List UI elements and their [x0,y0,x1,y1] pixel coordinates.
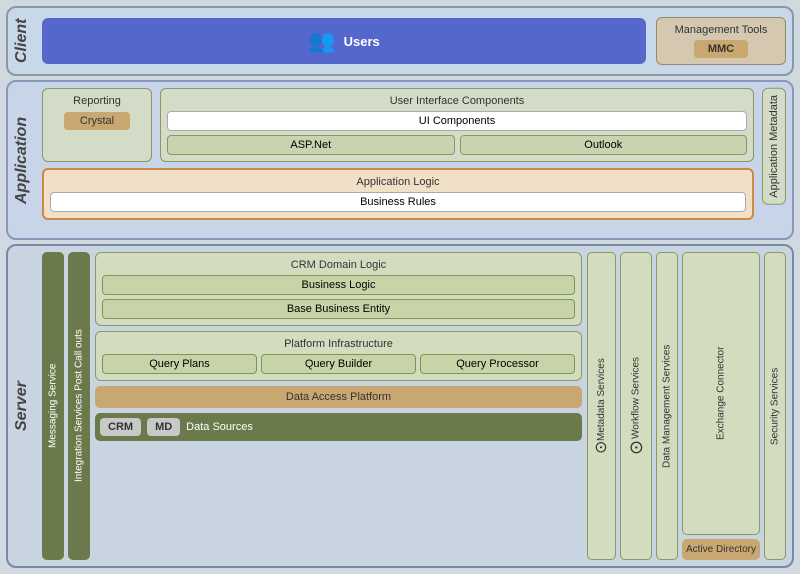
platform-label: Platform Infrastructure [102,338,575,350]
server-content: Messaging Service Integration Services P… [36,246,792,566]
app-logic-label: Application Logic [50,176,746,188]
application-label: Application [8,82,36,238]
management-tools-label: Management Tools [675,24,768,36]
messaging-service-box: Messaging Service [42,252,64,560]
business-logic-box: Business Logic [102,275,575,295]
data-access-box: Data Access Platform [95,386,582,408]
asp-net-box: ASP.Net [167,135,455,155]
ui-comp-row: UI Components [167,111,747,131]
users-box: 👥 Users [42,18,646,64]
application-content: Reporting Crystal User Interface Compone… [36,82,792,238]
data-sources-label: Data Sources [186,421,253,433]
main-container: Client 👥 Users Management Tools MMC Appl… [0,0,800,574]
ui-components-box: User Interface Components UI Components … [160,88,754,162]
app-top-row: Reporting Crystal User Interface Compone… [42,88,754,162]
ui-comp-sub-row: ASP.Net Outlook [167,135,747,155]
workflow-services-box: ⊙ Workflow Services [620,252,652,560]
mmc-box: MMC [694,40,748,58]
active-directory-label: Active Directory [686,544,756,555]
reporting-box: Reporting Crystal [42,88,152,162]
reporting-label: Reporting [73,95,121,107]
crm-badge: CRM [100,418,141,436]
metadata-services-box: ⊙ Metadata Services [587,252,616,560]
client-label: Client [8,8,36,74]
server-right-cols: ⊙ Metadata Services ⊙ Workflow Services … [587,252,786,560]
platform-box: Platform Infrastructure Query Plans Quer… [95,331,582,381]
workflow-services-label: Workflow Services [630,357,641,439]
business-rules-box: Business Rules [50,192,746,212]
data-sources-box: CRM MD Data Sources [95,413,582,441]
management-tools-box: Management Tools MMC [656,17,786,65]
app-main: Reporting Crystal User Interface Compone… [42,88,754,220]
ui-components-label: User Interface Components [167,95,747,107]
platform-inner-row: Query Plans Query Builder Query Processo… [102,354,575,374]
md-badge: MD [147,418,180,436]
outlook-box: Outlook [460,135,748,155]
app-logic-box: Application Logic Business Rules [42,168,754,220]
server-layer: Server Messaging Service Integration Ser… [6,244,794,568]
data-management-box: Data Management Services [656,252,678,560]
crm-domain-label: CRM Domain Logic [102,259,575,271]
application-layer: Application Reporting Crystal User Inter… [6,80,794,240]
query-builder-box: Query Builder [261,354,416,374]
server-main: CRM Domain Logic Business Logic Base Bus… [95,252,582,560]
client-layer: Client 👥 Users Management Tools MMC [6,6,794,76]
server-left-cols: Messaging Service Integration Services P… [42,252,90,560]
crm-domain-box: CRM Domain Logic Business Logic Base Bus… [95,252,582,326]
app-metadata-side: Application Metadata [762,88,786,205]
exchange-connector-box: Exchange Connector [682,252,760,535]
integration-services-box: Integration Services Post Call outs [68,252,90,560]
crystal-box: Crystal [64,112,130,130]
users-label: Users [344,34,380,49]
users-icon: 👥 [308,28,335,54]
client-content: 👥 Users Management Tools MMC [36,8,792,74]
query-processor-box: Query Processor [420,354,575,374]
active-directory-box: Active Directory [682,539,760,560]
base-business-entity-box: Base Business Entity [102,299,575,319]
workflow-icon: ⊙ [625,439,647,454]
server-label: Server [8,246,36,566]
security-services-box: Security Services [764,252,786,560]
metadata-icon: ⊙ [592,441,611,454]
right-side-group: Exchange Connector Active Directory [682,252,760,560]
query-plans-box: Query Plans [102,354,257,374]
metadata-services-label: Metadata Services [596,358,607,441]
